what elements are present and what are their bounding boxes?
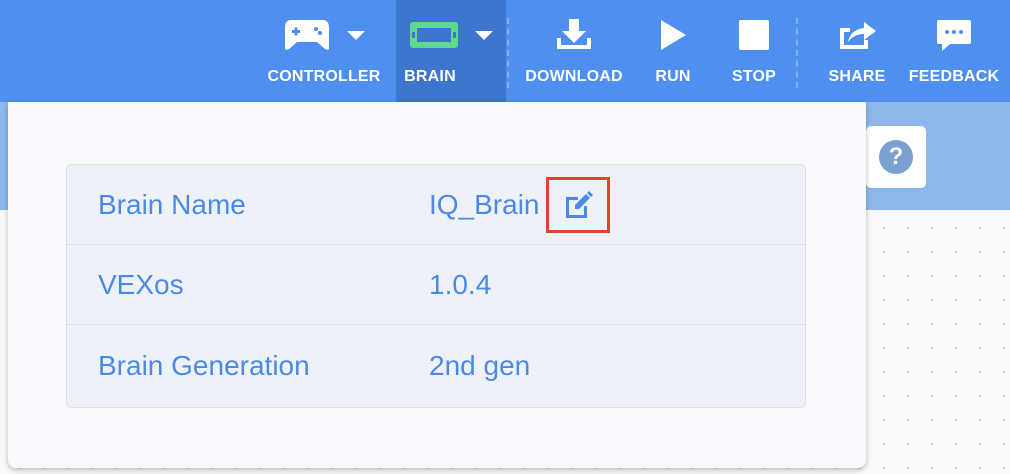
download-button[interactable]: DOWNLOAD [518,0,630,102]
brain-name-value: IQ_Brain [429,188,540,220]
toolbar-divider [507,18,509,88]
brain-generation-label: Brain Generation [98,349,310,381]
play-icon [661,20,686,50]
edit-icon [565,190,593,218]
controller-label: CONTROLLER [267,68,381,85]
chevron-down-icon[interactable] [347,30,365,40]
run-button[interactable]: RUN [646,0,700,102]
vexos-row: VEXos 1.0.4 [67,245,805,325]
stop-button[interactable]: STOP [724,0,784,102]
brain-label: BRAIN [404,68,456,85]
help-icon: ? [879,140,913,174]
brain-name-label: Brain Name [98,188,246,220]
download-label: DOWNLOAD [525,68,623,85]
share-label: SHARE [828,68,886,85]
brain-button[interactable]: BRAIN [396,0,506,102]
brain-name-value-group: IQ_Brain [429,176,610,233]
stop-icon [739,20,769,50]
share-button[interactable]: SHARE [826,0,888,102]
toolbar: CONTROLLER BRAIN DOWNLOAD RUN STOP SHARE… [0,0,1010,102]
brain-generation-row: Brain Generation 2nd gen [67,325,805,406]
feedback-label: FEEDBACK [908,68,1000,85]
chevron-down-icon[interactable] [475,30,493,40]
feedback-icon [937,20,971,51]
controller-button[interactable]: CONTROLLER [264,0,384,102]
edit-brain-name-button[interactable] [545,176,610,233]
gamepad-icon [285,20,329,50]
vexos-label: VEXos [98,268,184,300]
toolbar-divider [796,18,798,88]
brain-name-row: Brain Name IQ_Brain [67,165,805,245]
vexos-value: 1.0.4 [429,268,492,300]
feedback-button[interactable]: FEEDBACK [906,0,1002,102]
brain-generation-value: 2nd gen [429,349,531,381]
brain-info-table: Brain Name IQ_Brain VEXos 1.0.4 Brain Ge… [66,164,806,408]
stop-label: STOP [731,68,777,85]
share-icon [840,22,876,49]
help-button[interactable]: ? [866,126,926,188]
brain-icon [410,22,458,48]
brain-info-popover: Brain Name IQ_Brain VEXos 1.0.4 Brain Ge… [8,102,866,468]
run-label: RUN [655,68,691,85]
download-icon [557,19,591,49]
